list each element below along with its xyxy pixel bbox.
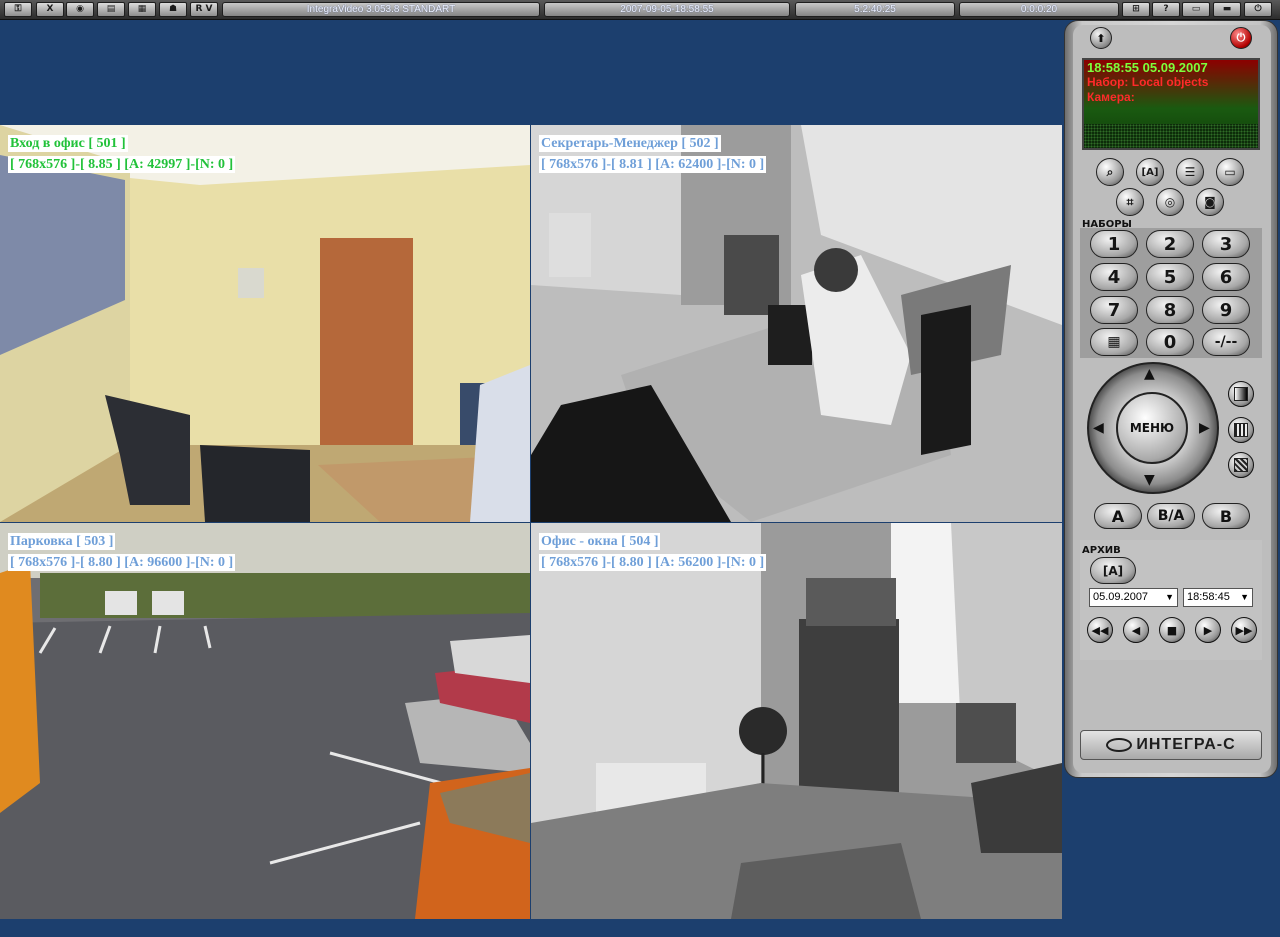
camera-image-501 [0, 125, 530, 522]
archive-time-value: 18:58:45 [1187, 591, 1230, 603]
key-icon[interactable]: ⚿ [4, 2, 32, 17]
step-back-icon[interactable]: ◀ [1123, 617, 1149, 643]
digit-button-8[interactable]: 8 [1146, 296, 1194, 324]
camera-icon[interactable]: ◙ [1196, 188, 1224, 216]
film-icon[interactable]: ▭ [1216, 158, 1244, 186]
camera-title: Вход в офис [ 501 ] [8, 135, 128, 152]
chevron-down-icon: ▼ [1240, 592, 1249, 602]
stop-icon[interactable]: ■ [1159, 617, 1185, 643]
sound-icon[interactable]: ◎ [1156, 188, 1184, 216]
logo-text: ИНТЕГРА-С [1136, 736, 1236, 753]
archive-date-select[interactable]: 05.09.2007 ▼ [1089, 588, 1178, 607]
digit-button-5[interactable]: 5 [1146, 263, 1194, 291]
archive-title: АРХИВ [1082, 545, 1121, 556]
app-title: IntegraVideo 3.053.8 STANDART [222, 2, 540, 17]
camera-image-502 [531, 125, 1062, 522]
grid-icon[interactable]: ▦ [128, 2, 156, 17]
digit-button-7[interactable]: 7 [1090, 296, 1138, 324]
menu-button[interactable]: МЕНЮ [1116, 392, 1188, 464]
list-icon[interactable]: ☰ [1176, 158, 1204, 186]
digit-button-6[interactable]: 6 [1202, 263, 1250, 291]
camera-title: Парковка [ 503 ] [8, 533, 116, 550]
window-icon[interactable]: ▭ [1182, 2, 1210, 17]
play-icon[interactable]: ▶ [1195, 617, 1221, 643]
display-set: Набор: Local objects [1087, 75, 1209, 89]
digit-button-2[interactable]: 2 [1146, 230, 1194, 258]
eye-icon[interactable]: ◉ [66, 2, 94, 17]
status-display: 18:58:55 05.09.2007 Набор: Local objects… [1082, 58, 1260, 150]
camera-title: Офис - окна [ 504 ] [539, 533, 661, 550]
fast-forward-icon[interactable]: ▶▶ [1231, 617, 1257, 643]
camera-view-501[interactable]: Вход в офис [ 501 ] [ 768x576 ]-[ 8.85 ]… [0, 125, 530, 522]
rv-icon[interactable]: R V [190, 2, 218, 17]
arrow-up-icon[interactable]: ▲ [1144, 366, 1155, 382]
layout-grid-icon[interactable]: ▦ [1090, 328, 1138, 356]
contrast-icon[interactable] [1228, 417, 1254, 443]
power-icon[interactable]: ⏻ [1230, 27, 1252, 49]
logo-icon [1106, 738, 1133, 752]
person-icon[interactable]: ☗ [159, 2, 187, 17]
search-icon[interactable]: ⌕ [1096, 158, 1124, 186]
auto-icon[interactable]: [A] [1136, 158, 1164, 186]
xy-icon[interactable]: X [36, 2, 64, 17]
sets-title: НАБОРЫ [1082, 219, 1132, 230]
arrow-right-icon[interactable]: ▶ [1199, 420, 1210, 436]
pattern-icon[interactable] [1228, 452, 1254, 478]
ba-button[interactable]: B/A [1147, 503, 1195, 529]
digit-button-4[interactable]: 4 [1090, 263, 1138, 291]
camera-view-504[interactable]: Офис - окна [ 504 ] [ 768x576 ]-[ 8.80 ]… [531, 523, 1062, 919]
arrow-down-icon[interactable]: ▼ [1144, 472, 1155, 488]
camera-info: [ 768x576 ]-[ 8.80 ] [A: 96600 ]-[N: 0 ] [8, 554, 236, 571]
camera-info: [ 768x576 ]-[ 8.85 ] [A: 42997 ]-[N: 0 ] [8, 156, 236, 173]
camera-info: [ 768x576 ]-[ 8.80 ] [A: 56200 ]-[N: 0 ] [539, 554, 767, 571]
camera-view-502[interactable]: Секретарь-Менеджер [ 502 ] [ 768x576 ]-[… [531, 125, 1062, 522]
datetime-field: 2007-09-05-18:58:55 [544, 2, 790, 17]
digit-button-0[interactable]: 0 [1146, 328, 1194, 356]
camera-image-504 [531, 523, 1062, 919]
b-button[interactable]: B [1202, 503, 1250, 529]
camera-view-503[interactable]: Парковка [ 503 ] [ 768x576 ]-[ 8.80 ] [A… [0, 523, 530, 919]
display-matrix [1084, 124, 1258, 148]
archive-date-value: 05.09.2007 [1093, 591, 1149, 603]
expand-icon[interactable]: ⌗ [1116, 188, 1144, 216]
archive-time-select[interactable]: 18:58:45 ▼ [1183, 588, 1253, 607]
network-icon[interactable]: ⊞ [1122, 2, 1150, 17]
chevron-down-icon: ▼ [1165, 592, 1174, 602]
digit-button-3[interactable]: 3 [1202, 230, 1250, 258]
display-time: 18:58:55 05.09.2007 [1087, 60, 1208, 75]
uptime-field: 5:2:40:25 [795, 2, 955, 17]
fast-rewind-icon[interactable]: ◀◀ [1087, 617, 1113, 643]
layout-icon[interactable]: ▬ [1213, 2, 1241, 17]
a-button[interactable]: A [1094, 503, 1142, 529]
digit-button-dash[interactable]: -/-- [1202, 328, 1250, 356]
camera-info: [ 768x576 ]-[ 8.81 ] [A: 62400 ]-[N: 0 ] [539, 156, 767, 173]
camera-image-503 [0, 523, 530, 919]
arrow-left-icon[interactable]: ◀ [1093, 420, 1104, 436]
power-icon[interactable]: ⏻ [1244, 2, 1272, 17]
display-camera: Камера: [1087, 90, 1135, 104]
up-arrow-icon[interactable]: ⬆ [1090, 27, 1112, 49]
monitor-icon[interactable]: ▤ [97, 2, 125, 17]
camera-title: Секретарь-Менеджер [ 502 ] [539, 135, 721, 152]
top-toolbar: ⚿ X ◉ ▤ ▦ ☗ R V IntegraVideo 3.053.8 STA… [0, 0, 1280, 20]
brand-logo: ИНТЕГРА-С [1080, 730, 1262, 760]
brightness-icon[interactable] [1228, 381, 1254, 407]
archive-list-icon[interactable]: [A] [1090, 557, 1136, 584]
digit-button-9[interactable]: 9 [1202, 296, 1250, 324]
digit-button-1[interactable]: 1 [1090, 230, 1138, 258]
help-icon[interactable]: ? [1152, 2, 1180, 17]
counter-field: 0:0:0:20 [959, 2, 1119, 17]
